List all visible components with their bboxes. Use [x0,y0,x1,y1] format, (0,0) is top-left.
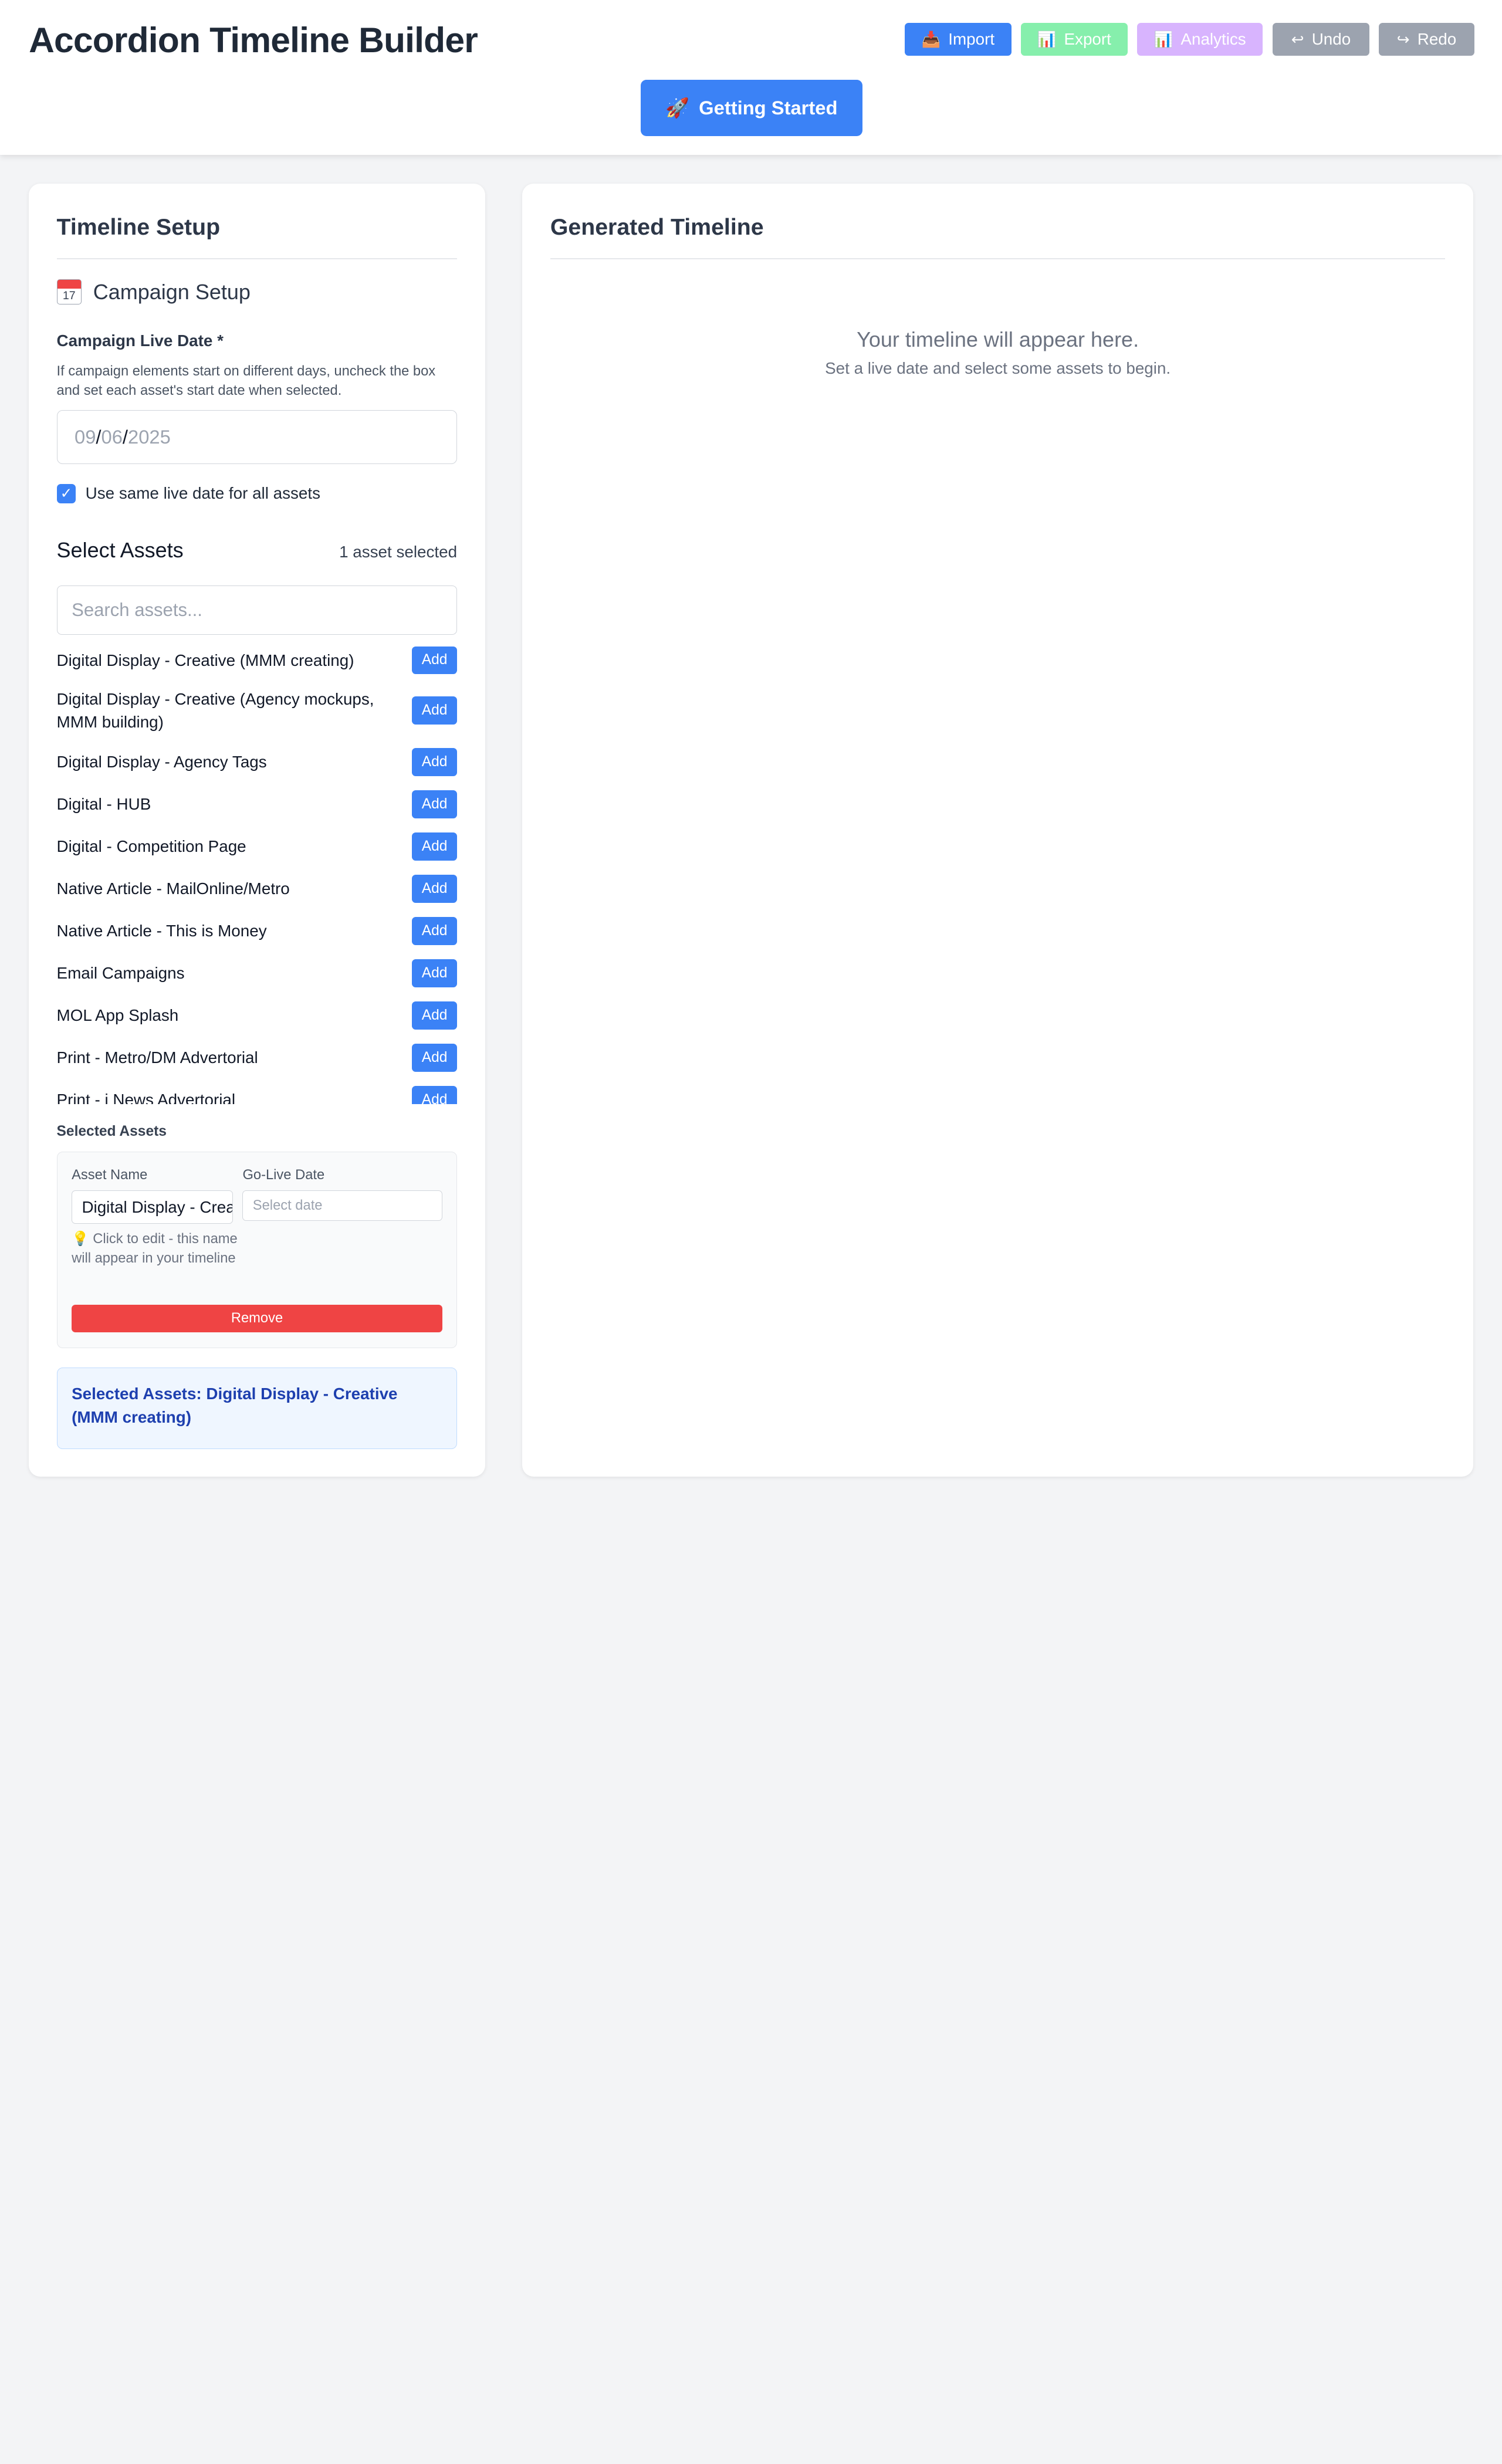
analytics-button[interactable]: 📊 Analytics [1137,23,1263,56]
asset-name: Print - i News Advertorial [56,1091,236,1105]
undo-label: Undo [1311,30,1351,49]
panel-title: Timeline Setup [56,214,221,240]
asset-name: Digital Display - Creative (Agency mocku… [56,689,374,732]
date-year: 2025 [128,425,171,448]
inbox-tray-icon: 📥 [921,30,941,48]
asset-name: Native Article - MailOnline/Metro [56,879,290,898]
add-button[interactable]: Add [412,832,458,861]
redo-label: Redo [1417,30,1457,49]
live-date-label: Campaign Live Date * [56,331,224,350]
list-item: Digital - HUB Add [57,790,458,818]
asset-name: Digital - Competition Page [56,837,246,856]
live-date-help: If campaign elements start on different … [56,364,436,398]
undo-button[interactable]: ↩ Undo [1272,23,1370,56]
export-button[interactable]: 📊 Export [1021,23,1128,56]
add-button[interactable]: Add [412,1001,458,1030]
redo-arrow-icon: ↪ [1396,30,1410,48]
app-header: Accordion Timeline Builder 📥 Import 📊 Ex… [0,0,1502,155]
add-button[interactable]: Add [412,875,458,903]
campaign-setup-heading: 17 Campaign Setup [56,279,251,304]
list-item: Print - Metro/DM Advertorial Add [56,1044,458,1072]
section-title: Campaign Setup [93,279,251,304]
asset-name: Digital Display - Agency Tags [56,753,267,771]
getting-started-button[interactable]: 🚀 Getting Started [640,79,862,137]
add-button[interactable]: Add [412,959,458,987]
edit-hint-text: Click to edit - this name will appear in… [72,1231,238,1266]
list-item: Digital Display - Creative (MMM creating… [56,646,458,675]
toolbar: 📥 Import 📊 Export 📊 Analytics ↩ Undo ↪ R… [904,23,1474,56]
selected-assets-summary: Selected Assets: Digital Display - Creat… [56,1367,458,1449]
import-button[interactable]: 📥 Import [904,23,1012,56]
app-title: Accordion Timeline Builder [29,19,478,60]
list-item: Digital Display - Agency Tags Add [57,748,458,776]
calendar-icon: 17 [56,279,82,304]
getting-started-label: Getting Started [699,97,838,119]
generated-timeline-panel: Generated Timeline Your timeline will ap… [522,183,1473,1477]
date-day: 06 [101,425,123,448]
panel-title: Generated Timeline [550,214,764,240]
go-live-label: Go-Live Date [242,1167,325,1183]
asset-name: Digital - HUB [56,795,151,814]
asset-list[interactable]: Digital Display - Creative (MMM creating… [56,646,458,1105]
redo-button[interactable]: ↪ Redo [1379,23,1474,56]
go-live-date-input[interactable]: Select date [242,1190,442,1221]
live-date-input[interactable]: 09/06/2025 [56,409,458,464]
select-assets-header: Select Assets 1 asset selected [57,538,458,563]
same-date-checkbox-row[interactable]: ✓ Use same live date for all assets [56,483,321,503]
undo-arrow-icon: ↩ [1291,30,1304,48]
list-item: Print - i News Advertorial Add [56,1086,458,1105]
timeline-setup-panel: Timeline Setup 17 Campaign Setup Campaig… [29,183,485,1477]
lightbulb-icon: 💡 [72,1231,89,1247]
divider [56,258,458,259]
empty-state-subtitle: Set a live date and select some assets t… [825,359,1171,378]
add-button[interactable]: Add [412,646,458,675]
asset-name-label: Asset Name [72,1167,148,1183]
add-button[interactable]: Add [412,1086,458,1105]
asset-search-input[interactable]: Search assets... [56,585,458,635]
list-item: Native Article - MailOnline/Metro Add [56,875,458,903]
empty-state-title: Your timeline will appear here. [857,327,1139,352]
date-separator: / [96,425,102,448]
bar-chart-icon: 📊 [1153,30,1173,48]
edit-hint: 💡 Click to edit - this name will appear … [72,1230,239,1268]
asset-name: Digital Display - Creative (MMM creating… [56,651,354,669]
asset-name-input[interactable]: Digital Display - Creative (MMM creating… [72,1190,234,1224]
date-month: 09 [75,425,96,448]
import-label: Import [948,30,995,49]
bar-chart-icon: 📊 [1037,30,1057,48]
add-button[interactable]: Add [412,790,458,818]
rocket-icon: 🚀 [665,97,689,119]
select-assets-title: Select Assets [56,537,184,562]
asset-name: Native Article - This is Money [56,922,267,940]
add-button[interactable]: Add [412,917,458,945]
asset-name: Email Campaigns [56,964,185,983]
add-button[interactable]: Add [412,748,458,776]
list-item: Native Article - This is Money Add [57,917,458,945]
date-separator: / [122,425,128,448]
list-item: Digital - Competition Page Add [56,832,458,861]
same-date-label: Use same live date for all assets [85,484,321,503]
export-label: Export [1064,30,1111,49]
asset-count: 1 asset selected [339,542,458,561]
asset-name: Print - Metro/DM Advertorial [56,1048,258,1067]
asset-name: MOL App Splash [56,1006,179,1025]
remove-button[interactable]: Remove [72,1304,442,1333]
list-item: MOL App Splash Add [56,1001,458,1030]
selected-assets-title: Selected Assets [56,1123,167,1140]
analytics-label: Analytics [1180,30,1246,49]
same-date-checkbox[interactable]: ✓ [56,483,76,503]
add-button[interactable]: Add [412,1044,458,1072]
app-page: Accordion Timeline Builder 📥 Import 📊 Ex… [0,0,1502,1506]
list-item: Digital Display - Creative (Agency mocku… [57,686,458,735]
add-button[interactable]: Add [412,696,458,725]
divider [550,258,1446,259]
list-item: Email Campaigns Add [57,959,458,987]
selected-asset-card: Asset Name Go-Live Date Digital Display … [56,1151,458,1349]
